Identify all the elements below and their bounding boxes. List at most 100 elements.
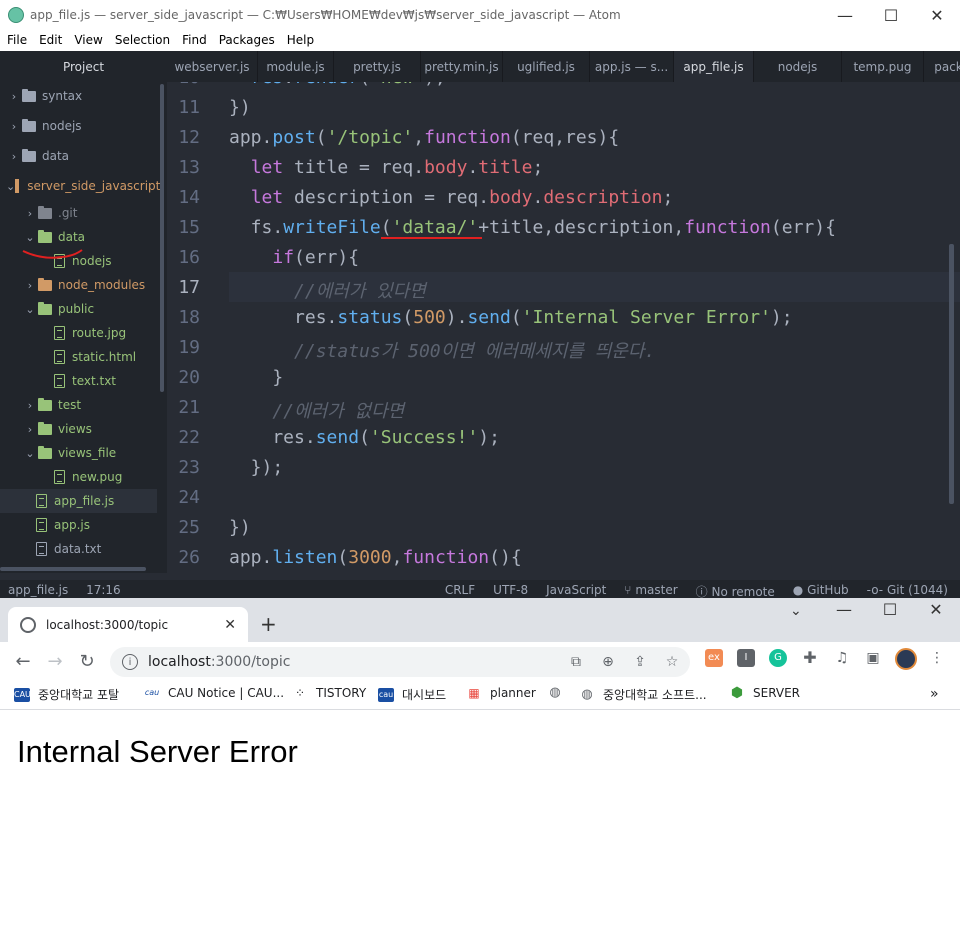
- share-icon[interactable]: ⇪: [632, 654, 648, 670]
- code-line[interactable]: if(err){: [229, 247, 359, 268]
- back-arrow-icon[interactable]: ←: [9, 647, 37, 675]
- tab-search-chevron-icon[interactable]: ⌄: [790, 603, 802, 619]
- tree-item-syntax[interactable]: › syntax: [0, 84, 157, 108]
- code-line[interactable]: fs.writeFile('dataa/'+title,description,…: [229, 217, 836, 238]
- menu-find[interactable]: Find: [175, 30, 212, 51]
- menu-view[interactable]: View: [67, 30, 107, 51]
- tree-item-server-side-javascript[interactable]: ⌄ server_side_javascript: [0, 174, 160, 198]
- bookmark-globe[interactable]: ◍: [547, 686, 571, 700]
- bookmark-star-icon[interactable]: ☆: [664, 654, 680, 670]
- site-info-icon[interactable]: i: [122, 654, 138, 670]
- menu-file[interactable]: File: [0, 30, 32, 51]
- chevron-right-icon[interactable]: ›: [6, 150, 22, 163]
- code-editor[interactable]: 10 11 12 13 14 15 16 17 18 19 20 21 22 2…: [167, 82, 960, 573]
- minimize-icon[interactable]: —: [821, 594, 867, 624]
- tab-uglified-js[interactable]: uglified.js: [503, 51, 590, 82]
- status-branch[interactable]: ⑂ master: [624, 583, 677, 598]
- bookmark-cau-notice[interactable]: cau CAU Notice | CAU...: [144, 686, 284, 700]
- profile-avatar[interactable]: [895, 648, 917, 670]
- tree-scrollbar[interactable]: [160, 84, 164, 392]
- tree-item-app-file-js[interactable]: app_file.js: [0, 489, 157, 513]
- code-line[interactable]: app.post('/topic',function(req,res){: [229, 127, 619, 148]
- status-remote[interactable]: ⓘ No remote: [696, 583, 775, 598]
- bookmark-cau-portal[interactable]: CAU 중앙대학교 포탈: [14, 686, 119, 703]
- code-line[interactable]: }): [229, 97, 251, 118]
- tab-module-js[interactable]: module.js: [258, 51, 334, 82]
- grammarly-icon[interactable]: G: [769, 649, 787, 667]
- extension-i-icon[interactable]: I: [737, 649, 755, 667]
- bookmark-dashboard[interactable]: cau 대시보드: [378, 686, 446, 703]
- tree-item--git[interactable]: › .git: [0, 201, 157, 225]
- new-tab-icon[interactable]: +: [260, 612, 277, 636]
- chevron-down-icon[interactable]: ⌄: [22, 447, 38, 460]
- tree-item-views-file[interactable]: ⌄ views_file: [0, 441, 157, 465]
- tree-item-test[interactable]: › test: [0, 393, 157, 417]
- tree-item-static-html[interactable]: static.html: [0, 345, 157, 369]
- reload-icon[interactable]: ↻: [73, 647, 101, 675]
- tab-nodejs[interactable]: nodejs: [754, 51, 842, 82]
- tab-pretty-min-js[interactable]: pretty.min.js: [421, 51, 503, 82]
- close-icon[interactable]: ✕: [913, 594, 959, 624]
- chevron-right-icon[interactable]: ›: [22, 423, 38, 436]
- maximize-icon[interactable]: ☐: [867, 594, 913, 624]
- tree-horizontal-scrollbar[interactable]: [0, 567, 146, 571]
- close-icon[interactable]: ✕: [914, 0, 960, 30]
- code-line[interactable]: let description = req.body.description;: [229, 187, 674, 208]
- chevron-right-icon[interactable]: ›: [22, 279, 38, 292]
- url-text[interactable]: localhost:3000/topic: [148, 654, 290, 670]
- bookmark-server[interactable]: ⬢ SERVER: [729, 686, 800, 700]
- tab-app-file-js[interactable]: app_file.js: [674, 51, 754, 82]
- browser-tab[interactable]: localhost:3000/topic ✕: [8, 607, 248, 642]
- menu-packages[interactable]: Packages: [212, 30, 280, 51]
- tab-pack[interactable]: pack: [924, 51, 960, 82]
- chevron-down-icon[interactable]: ⌄: [22, 303, 38, 316]
- forward-arrow-icon[interactable]: →: [41, 647, 69, 675]
- status-file[interactable]: app_file.js: [8, 583, 68, 597]
- address-bar[interactable]: i localhost:3000/topic ⧉ ⊕ ⇪ ☆: [110, 647, 690, 677]
- code-line[interactable]: res.send('Success!');: [229, 427, 500, 448]
- code-line[interactable]: //에러가 없다면: [229, 397, 404, 423]
- tree-item-text-txt[interactable]: text.txt: [0, 369, 157, 393]
- tree-item-data-txt[interactable]: data.txt: [0, 537, 157, 561]
- menu-edit[interactable]: Edit: [32, 30, 67, 51]
- code-line[interactable]: res.status(500).send('Internal Server Er…: [229, 307, 793, 328]
- media-control-icon[interactable]: ♫: [834, 650, 850, 666]
- tab-webserver-js[interactable]: webserver.js: [167, 51, 258, 82]
- maximize-icon[interactable]: ☐: [868, 0, 914, 30]
- chevron-right-icon[interactable]: ›: [22, 207, 38, 220]
- side-panel-icon[interactable]: ▣: [865, 650, 881, 666]
- menu-selection[interactable]: Selection: [108, 30, 175, 51]
- zoom-icon[interactable]: ⊕: [600, 654, 616, 670]
- code-line[interactable]: let title = req.body.title;: [229, 157, 544, 178]
- tab-temp-pug[interactable]: temp.pug: [842, 51, 924, 82]
- tab-app-js[interactable]: app.js — s...: [590, 51, 674, 82]
- code-line[interactable]: //에러가 있다면: [229, 277, 426, 303]
- code-line[interactable]: app.listen(3000,function(){: [229, 547, 522, 568]
- extensions-puzzle-icon[interactable]: ✚: [802, 650, 818, 666]
- status-grammar[interactable]: JavaScript: [546, 583, 606, 598]
- more-menu-icon[interactable]: ⋮: [929, 650, 945, 666]
- tree-item-new-pug[interactable]: new.pug: [0, 465, 157, 489]
- code-line[interactable]: }: [229, 367, 283, 388]
- code-line[interactable]: res.render('new');: [229, 82, 446, 88]
- tree-item-node-modules[interactable]: › node_modules: [0, 273, 157, 297]
- tab-pretty-js[interactable]: pretty.js: [334, 51, 421, 82]
- editor-scrollbar[interactable]: [949, 244, 954, 504]
- status-encoding[interactable]: UTF-8: [493, 583, 528, 598]
- code-line[interactable]: }): [229, 517, 251, 538]
- status-cursor-position[interactable]: 17:16: [86, 583, 121, 597]
- bookmark-tistory[interactable]: ⁘ TISTORY: [292, 686, 366, 700]
- chevron-right-icon[interactable]: ›: [6, 120, 22, 133]
- minimize-icon[interactable]: —: [822, 0, 868, 30]
- translate-icon[interactable]: ⧉: [568, 654, 584, 670]
- tree-item-data[interactable]: › data: [0, 144, 157, 168]
- status-line-ending[interactable]: CRLF: [445, 583, 475, 598]
- tree-item-views[interactable]: › views: [0, 417, 157, 441]
- chevron-down-icon[interactable]: ⌄: [22, 231, 38, 244]
- chevron-right-icon[interactable]: ›: [22, 399, 38, 412]
- bookmarks-overflow-icon[interactable]: »: [930, 686, 939, 702]
- menu-help[interactable]: Help: [280, 30, 319, 51]
- code-line[interactable]: //status가 500이면 에러메세지를 띄운다.: [229, 337, 655, 363]
- code-line[interactable]: });: [229, 457, 284, 478]
- extension-ex-icon[interactable]: ex: [705, 649, 723, 667]
